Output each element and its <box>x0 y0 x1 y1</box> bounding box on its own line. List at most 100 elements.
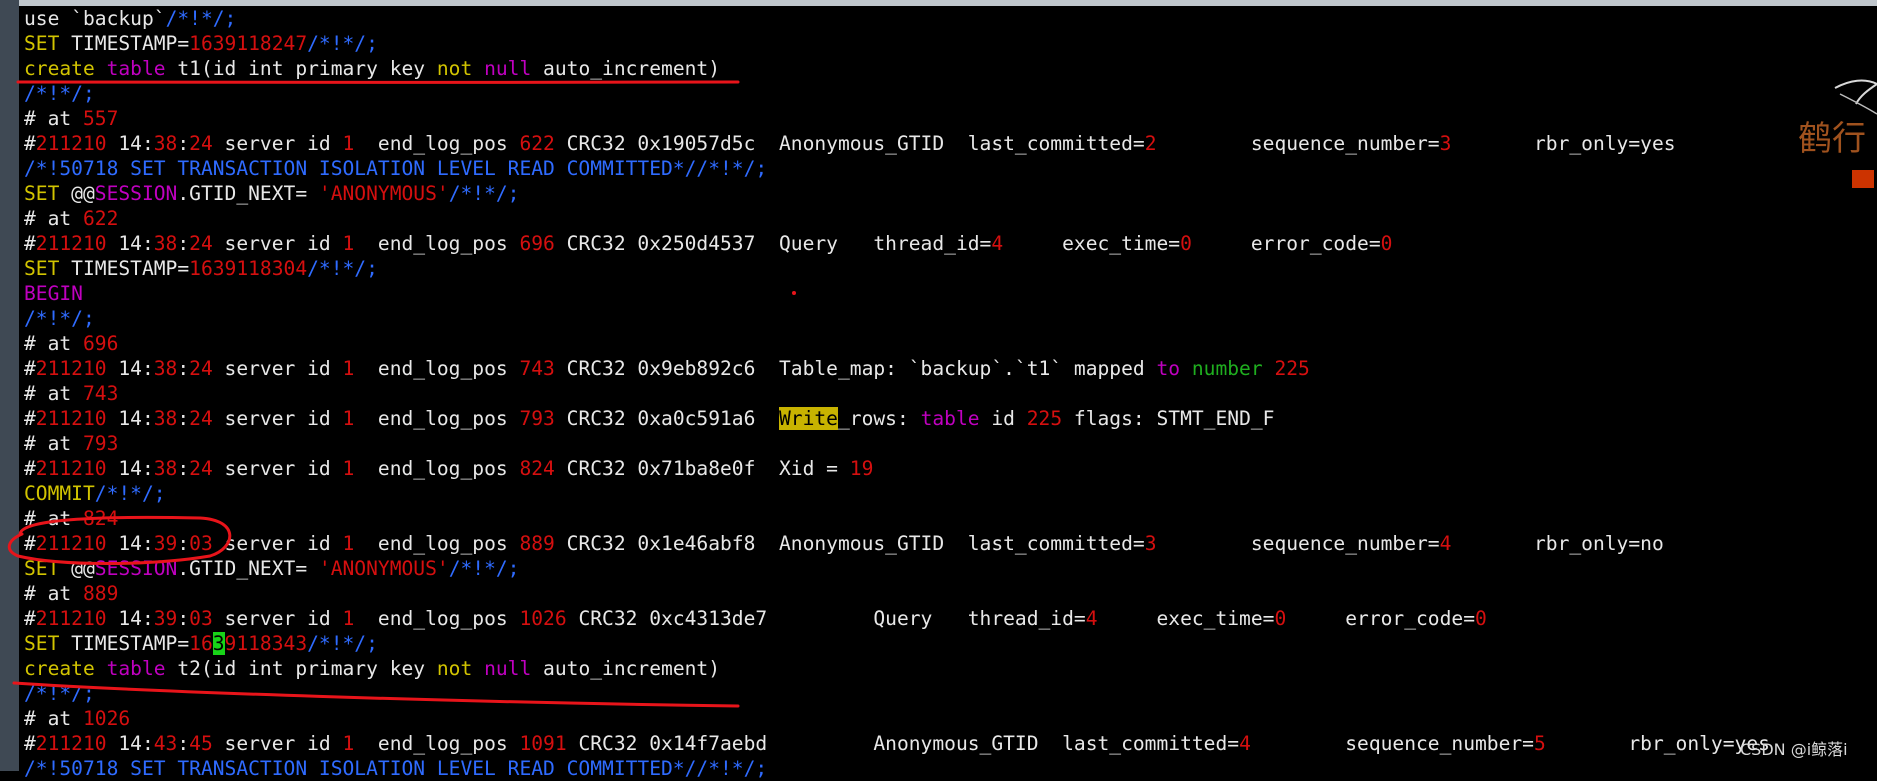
terminal-line: SET @@SESSION.GTID_NEXT= 'ANONYMOUS'/*!*… <box>24 556 519 581</box>
terminal-token: # at <box>24 582 83 605</box>
terminal-token: @@ <box>59 182 95 205</box>
terminal-token: 793 <box>82 432 119 455</box>
terminal-token: 24 <box>189 357 213 380</box>
terminal-line: /*!*/; <box>24 681 95 706</box>
terminal-token: error_code= <box>1191 232 1381 255</box>
terminal-token: 743 <box>82 382 119 405</box>
logo-text: 鹤行 <box>1798 119 1866 159</box>
terminal-token: 38 <box>153 132 178 155</box>
terminal-token: sequence_number= <box>1156 532 1440 555</box>
terminal-token: auto_increment) <box>531 57 721 80</box>
terminal-token: server id <box>212 732 343 755</box>
terminal-token: 24 <box>189 232 213 255</box>
terminal-token: t1(id int primary key <box>165 57 437 80</box>
terminal-token: 14: <box>106 232 154 255</box>
terminal-token: 14: <box>106 457 154 480</box>
terminal-token: 9118343 <box>224 632 308 655</box>
terminal-token: 24 <box>189 457 213 480</box>
terminal-token: 14: <box>106 732 154 755</box>
terminal-token: 14: <box>106 132 154 155</box>
terminal-line: COMMIT/*!*/; <box>24 481 166 506</box>
terminal-token: 43 <box>153 732 178 755</box>
terminal-token: Write <box>779 407 838 430</box>
terminal-token: 1026 <box>519 607 567 630</box>
terminal-token: 0 <box>1180 232 1192 255</box>
terminal-token: end_log_pos <box>354 132 520 155</box>
terminal-left-gutter <box>0 0 19 771</box>
terminal-token: /*!*/; <box>448 557 520 580</box>
terminal-line: #211210 14:38:24 server id 1 end_log_pos… <box>24 456 873 481</box>
terminal-line: #211210 14:38:24 server id 1 end_log_pos… <box>24 131 1676 156</box>
terminal-token: auto_increment) <box>531 657 721 680</box>
terminal-token: # <box>24 232 36 255</box>
terminal-token: /*!*/; <box>307 32 378 55</box>
terminal-token: 'ANONYMOUS' <box>318 557 449 580</box>
terminal-token: 4 <box>1085 607 1098 630</box>
terminal-line: # at 743 <box>24 381 118 406</box>
terminal-token: @@ <box>59 557 95 580</box>
terminal-token: end_log_pos <box>354 457 520 480</box>
terminal-token: 1 <box>342 132 355 155</box>
terminal-token: end_log_pos <box>354 357 520 380</box>
terminal-token: 4 <box>1439 532 1452 555</box>
terminal-token: : <box>177 357 190 380</box>
terminal-token: to <box>1156 357 1181 380</box>
terminal-token: /*!*/; <box>24 82 95 105</box>
terminal-token: rbr_only=yes <box>1545 732 1770 755</box>
terminal-token: 225 <box>1026 407 1063 430</box>
terminal-line: create table t2(id int primary key not n… <box>24 656 720 681</box>
terminal-token: 211210 <box>35 132 107 155</box>
terminal-token: 1 <box>342 407 355 430</box>
terminal-token: 622 <box>82 207 119 230</box>
terminal-token: server id <box>212 532 343 555</box>
terminal-line: use `backup`/*!*/; <box>24 6 236 31</box>
terminal-token: 211210 <box>35 532 107 555</box>
terminal-token: TIMESTAMP= <box>59 632 190 655</box>
terminal-token: /*!*/; <box>165 7 237 30</box>
terminal-token: 4 <box>991 232 1004 255</box>
terminal-token: end_log_pos <box>354 732 520 755</box>
terminal-line: /*!50718 SET TRANSACTION ISOLATION LEVEL… <box>24 756 767 781</box>
terminal-token: 211210 <box>35 357 107 380</box>
terminal-token: use `backup` <box>24 7 166 30</box>
terminal-token: 1 <box>342 232 355 255</box>
terminal-token: server id <box>212 132 343 155</box>
terminal-token: 24 <box>189 407 213 430</box>
terminal-token: 45 <box>189 732 213 755</box>
terminal-token: # <box>24 457 36 480</box>
terminal-token: 5 <box>1533 732 1546 755</box>
terminal-token: 19 <box>849 457 874 480</box>
terminal-token: /*!*/; <box>448 182 520 205</box>
terminal-token: t2(id int primary key <box>165 657 437 680</box>
terminal-token: 1 <box>342 732 355 755</box>
terminal-line: BEGIN <box>24 281 83 306</box>
terminal-token: .GTID_NEXT= <box>177 182 319 205</box>
terminal-line: /*!50718 SET TRANSACTION ISOLATION LEVEL… <box>24 156 767 181</box>
terminal-token: /*!*/; <box>307 632 378 655</box>
terminal-token: 4 <box>1239 732 1251 755</box>
terminal-window: use `backup`/*!*/; SET TIMESTAMP=16391182… <box>0 0 1877 780</box>
terminal-line: SET TIMESTAMP=1639118247/*!*/; <box>24 31 378 56</box>
terminal-token: /*!*/; <box>307 257 378 280</box>
terminal-token: : <box>177 232 190 255</box>
terminal-token: create <box>24 57 95 80</box>
terminal-token: flags: STMT_END_F <box>1062 407 1275 430</box>
terminal-token: 211210 <box>35 732 107 755</box>
terminal-token: SET <box>24 182 60 205</box>
binlog-output[interactable]: use `backup`/*!*/; SET TIMESTAMP=16391182… <box>24 6 1844 780</box>
terminal-line: SET @@SESSION.GTID_NEXT= 'ANONYMOUS'/*!*… <box>24 181 519 206</box>
terminal-token: server id <box>212 357 343 380</box>
terminal-token: # at <box>24 707 83 730</box>
terminal-token: : <box>177 607 190 630</box>
terminal-token: /*!*/; <box>24 307 95 330</box>
terminal-token: /*!*/; <box>24 682 95 705</box>
terminal-token: 824 <box>519 457 555 480</box>
terminal-token: 03 <box>189 532 213 555</box>
terminal-token: 38 <box>153 357 178 380</box>
terminal-token: table <box>106 657 166 680</box>
terminal-token: id <box>979 407 1027 430</box>
terminal-token: server id <box>212 407 343 430</box>
terminal-token: 889 <box>82 582 119 605</box>
